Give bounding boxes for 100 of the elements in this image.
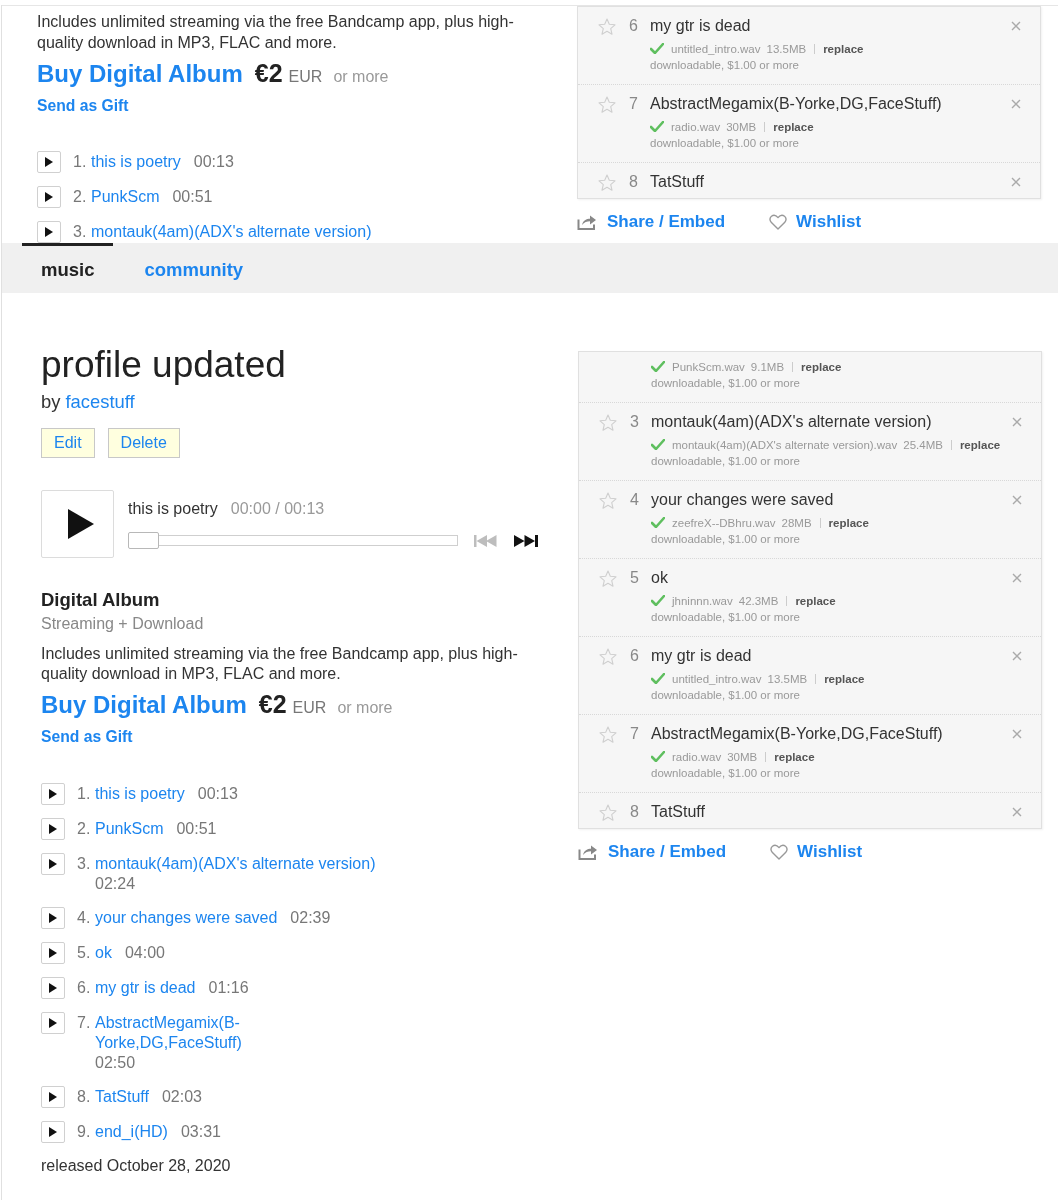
track-title-link[interactable]: my gtr is dead bbox=[95, 978, 196, 998]
play-button[interactable] bbox=[41, 783, 65, 805]
track-title: my gtr is dead bbox=[650, 16, 752, 36]
track-duration: 01:16 bbox=[208, 978, 249, 998]
close-icon[interactable] bbox=[1012, 807, 1022, 817]
play-button[interactable] bbox=[37, 186, 61, 208]
track-title-link[interactable]: your changes were saved bbox=[95, 908, 278, 928]
play-button[interactable] bbox=[41, 1012, 65, 1034]
track-number: 8 bbox=[628, 173, 638, 191]
track-title: your changes were saved bbox=[651, 490, 835, 510]
replace-link[interactable]: replace bbox=[773, 120, 814, 133]
send-as-gift-link[interactable]: Send as Gift bbox=[37, 97, 129, 114]
play-icon bbox=[49, 789, 57, 799]
track-title-link[interactable]: ok bbox=[95, 943, 112, 963]
play-button[interactable] bbox=[41, 942, 65, 964]
track-number: 2. bbox=[77, 819, 92, 839]
track-number: 4. bbox=[77, 908, 92, 928]
star-icon[interactable] bbox=[598, 95, 616, 113]
replace-link[interactable]: replace bbox=[823, 42, 864, 55]
replace-link[interactable]: replace bbox=[828, 516, 869, 529]
close-icon[interactable] bbox=[1012, 417, 1022, 427]
track-number: 7 bbox=[629, 725, 639, 743]
play-button[interactable] bbox=[37, 151, 61, 173]
delete-button[interactable]: Delete bbox=[107, 428, 180, 458]
track-title: AbstractMegamix(B-Yorke,DG,FaceStuff) bbox=[650, 94, 943, 114]
close-icon[interactable] bbox=[1012, 651, 1022, 661]
star-icon[interactable] bbox=[598, 173, 616, 191]
track-title-link[interactable]: AbstractMegamix(B-Yorke,DG,FaceStuff) bbox=[95, 1013, 381, 1053]
track-number: 4 bbox=[629, 491, 639, 509]
track-title-link[interactable]: PunkScm bbox=[91, 187, 160, 207]
close-icon[interactable] bbox=[1012, 495, 1022, 505]
play-button[interactable] bbox=[37, 221, 61, 243]
share-embed-link[interactable]: Share / Embed bbox=[608, 841, 727, 863]
replace-link[interactable]: replace bbox=[774, 750, 815, 763]
nav-tab[interactable]: community bbox=[125, 243, 263, 293]
edit-button[interactable]: Edit bbox=[41, 428, 95, 458]
close-icon[interactable] bbox=[1012, 573, 1022, 583]
play-button[interactable] bbox=[41, 1086, 65, 1108]
album-title: profile updated bbox=[41, 344, 287, 386]
play-button[interactable] bbox=[41, 907, 65, 929]
track-title-link[interactable]: this is poetry bbox=[95, 784, 185, 804]
file-size: 42.3MB bbox=[738, 594, 779, 607]
play-button[interactable] bbox=[41, 853, 65, 875]
star-icon[interactable] bbox=[599, 803, 617, 821]
progress-track[interactable] bbox=[128, 532, 458, 549]
pricing-text: downloadable, $1.00 or more bbox=[651, 376, 801, 391]
play-button[interactable] bbox=[41, 490, 114, 558]
track-title-link[interactable]: TatStuff bbox=[95, 1087, 149, 1107]
track-title-link[interactable]: montauk(4am)(ADX's alternate version) bbox=[95, 854, 376, 874]
progress-thumb[interactable] bbox=[128, 532, 159, 549]
share-icon[interactable] bbox=[578, 844, 598, 860]
star-icon[interactable] bbox=[598, 17, 616, 35]
description-text: Includes unlimited streaming via the free Bandcamp app, plus high-quality download in MP3, FLAC and more. bbox=[37, 12, 515, 53]
share-embed-link[interactable]: Share / Embed bbox=[607, 211, 726, 233]
replace-link[interactable]: replace bbox=[824, 672, 865, 685]
wishlist-link[interactable]: Wishlist bbox=[797, 841, 863, 863]
check-icon bbox=[651, 673, 665, 684]
buy-link[interactable]: Buy Digital Album bbox=[41, 690, 247, 720]
star-icon[interactable] bbox=[599, 569, 617, 587]
nav-tab[interactable]: music bbox=[22, 243, 114, 293]
play-icon bbox=[49, 1092, 57, 1102]
track-title-link[interactable]: PunkScm bbox=[95, 819, 164, 839]
track-title-link[interactable]: this is poetry bbox=[91, 152, 181, 172]
track-title-link[interactable]: end_i(HD) bbox=[95, 1122, 168, 1142]
close-icon[interactable] bbox=[1011, 99, 1021, 109]
replace-link[interactable]: replace bbox=[795, 594, 836, 607]
skip-forward-icon[interactable] bbox=[514, 534, 538, 547]
close-icon[interactable] bbox=[1011, 21, 1021, 31]
play-button[interactable] bbox=[41, 1121, 65, 1143]
file-name: PunkScm.wav bbox=[672, 360, 745, 373]
heart-icon[interactable] bbox=[769, 214, 788, 230]
play-button[interactable] bbox=[41, 818, 65, 840]
track-duration: 02:50 bbox=[95, 1053, 136, 1073]
replace-link[interactable]: replace bbox=[801, 360, 842, 373]
track-title: TatStuff bbox=[650, 172, 705, 192]
close-icon[interactable] bbox=[1011, 177, 1021, 187]
heart-icon[interactable] bbox=[770, 844, 789, 860]
file-name: montauk(4am)(ADX's alternate version).wav bbox=[672, 438, 898, 451]
check-icon bbox=[650, 121, 664, 132]
star-icon[interactable] bbox=[599, 491, 617, 509]
artist-link[interactable]: facestuff bbox=[65, 391, 135, 412]
release-date: released October 28, 2020 bbox=[41, 1156, 232, 1176]
star-icon[interactable] bbox=[599, 647, 617, 665]
wishlist-link[interactable]: Wishlist bbox=[796, 211, 862, 233]
pricing-text: downloadable, $1.00 or more bbox=[651, 688, 801, 703]
track-duration: 00:13 bbox=[197, 784, 238, 804]
send-as-gift-link[interactable]: Send as Gift bbox=[41, 728, 133, 745]
share-icon[interactable] bbox=[577, 214, 597, 230]
star-icon[interactable] bbox=[599, 725, 617, 743]
close-icon[interactable] bbox=[1012, 729, 1022, 739]
buy-link[interactable]: Buy Digital Album bbox=[37, 59, 243, 89]
track-title: my gtr is dead bbox=[651, 646, 753, 666]
file-size: 25.4MB bbox=[903, 438, 943, 451]
play-icon bbox=[45, 227, 53, 237]
track-number: 3. bbox=[77, 854, 92, 874]
track-title-link[interactable]: montauk(4am)(ADX's alternate version) bbox=[91, 222, 372, 242]
play-button[interactable] bbox=[41, 977, 65, 999]
star-icon[interactable] bbox=[599, 413, 617, 431]
pricing-text: downloadable, $1.00 or more bbox=[651, 454, 801, 469]
replace-link[interactable]: replace bbox=[959, 438, 1001, 451]
